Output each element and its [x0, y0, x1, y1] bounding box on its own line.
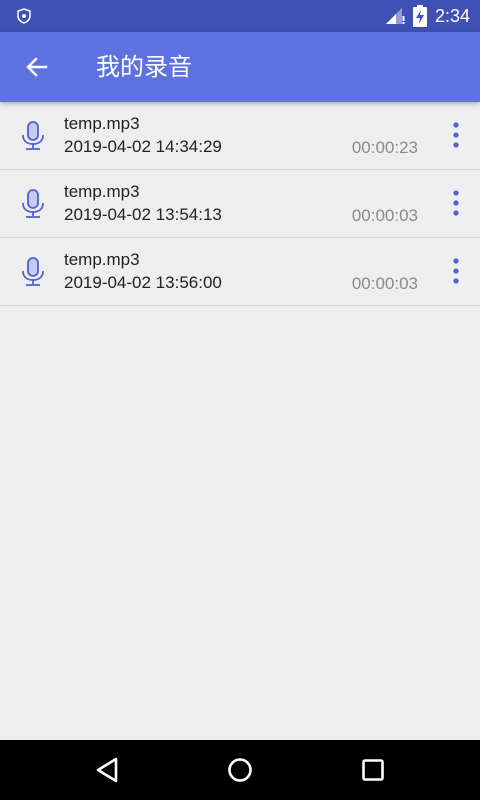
recording-date: 2019-04-02 13:56:00	[64, 273, 222, 292]
recording-date: 2019-04-02 13:54:13	[64, 205, 222, 224]
recording-date: 2019-04-02 14:34:29	[64, 137, 222, 156]
battery-charging-icon	[412, 5, 427, 27]
recording-duration: 00:00:03	[351, 274, 418, 293]
recording-name: temp.mp3	[64, 114, 140, 133]
nav-home-icon[interactable]	[220, 750, 260, 790]
more-vert-icon[interactable]	[446, 120, 466, 150]
recording-duration: 00:00:03	[351, 206, 418, 225]
recording-duration: 00:00:23	[351, 138, 418, 157]
microphone-icon	[22, 189, 44, 218]
more-vert-icon[interactable]	[446, 188, 466, 218]
status-time: 2:34	[434, 5, 470, 26]
arrow-back-icon	[26, 57, 48, 77]
navigation-bar	[0, 740, 480, 800]
more-vert-icon[interactable]	[446, 256, 466, 286]
recordings-list: temp.mp3 2019-04-02 14:34:29 00:00:23 te…	[0, 102, 480, 306]
shield-icon	[17, 8, 31, 24]
nav-back-icon[interactable]	[88, 750, 128, 790]
microphone-icon	[22, 257, 44, 286]
status-bar: 2:34	[0, 0, 480, 32]
page-title: 我的录音	[96, 53, 192, 81]
list-item[interactable]: temp.mp3 2019-04-02 13:54:13 00:00:03	[0, 170, 480, 238]
recording-name: temp.mp3	[64, 250, 140, 269]
nav-recents-icon[interactable]	[353, 750, 393, 790]
back-button[interactable]	[18, 48, 56, 86]
list-item[interactable]: temp.mp3 2019-04-02 14:34:29 00:00:23	[0, 102, 480, 170]
app-bar: 我的录音	[0, 32, 480, 102]
list-item[interactable]: temp.mp3 2019-04-02 13:56:00 00:00:03	[0, 238, 480, 306]
signal-icon	[385, 8, 405, 24]
recording-name: temp.mp3	[64, 182, 140, 201]
microphone-icon	[22, 121, 44, 150]
